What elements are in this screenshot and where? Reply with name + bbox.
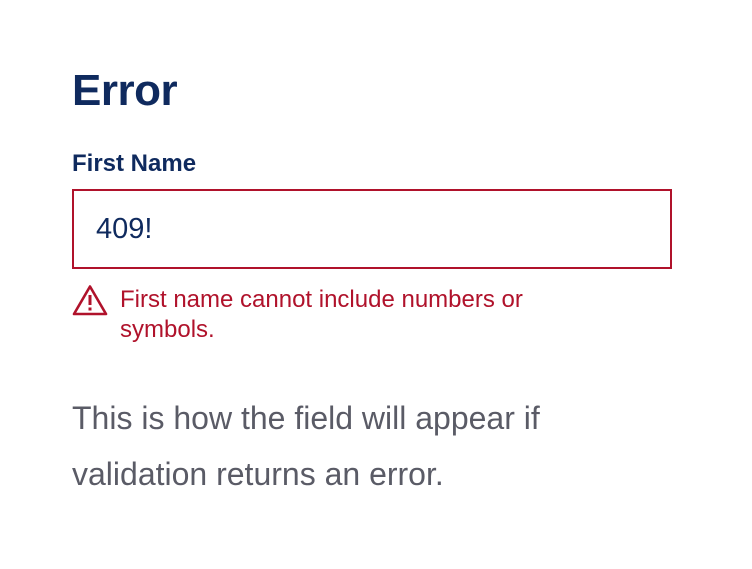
help-text: This is how the field will appear if val… xyxy=(72,400,540,492)
field-error: First name cannot include numbers or sym… xyxy=(72,285,672,345)
form-example: Error First Name First name cannot inclu… xyxy=(72,64,672,502)
first-name-input[interactable] xyxy=(72,189,672,269)
warning-triangle-icon xyxy=(72,284,108,316)
first-name-label: First Name xyxy=(72,150,197,177)
error-message: First name cannot include numbers or sym… xyxy=(120,286,523,343)
page-title: Error xyxy=(72,66,178,115)
